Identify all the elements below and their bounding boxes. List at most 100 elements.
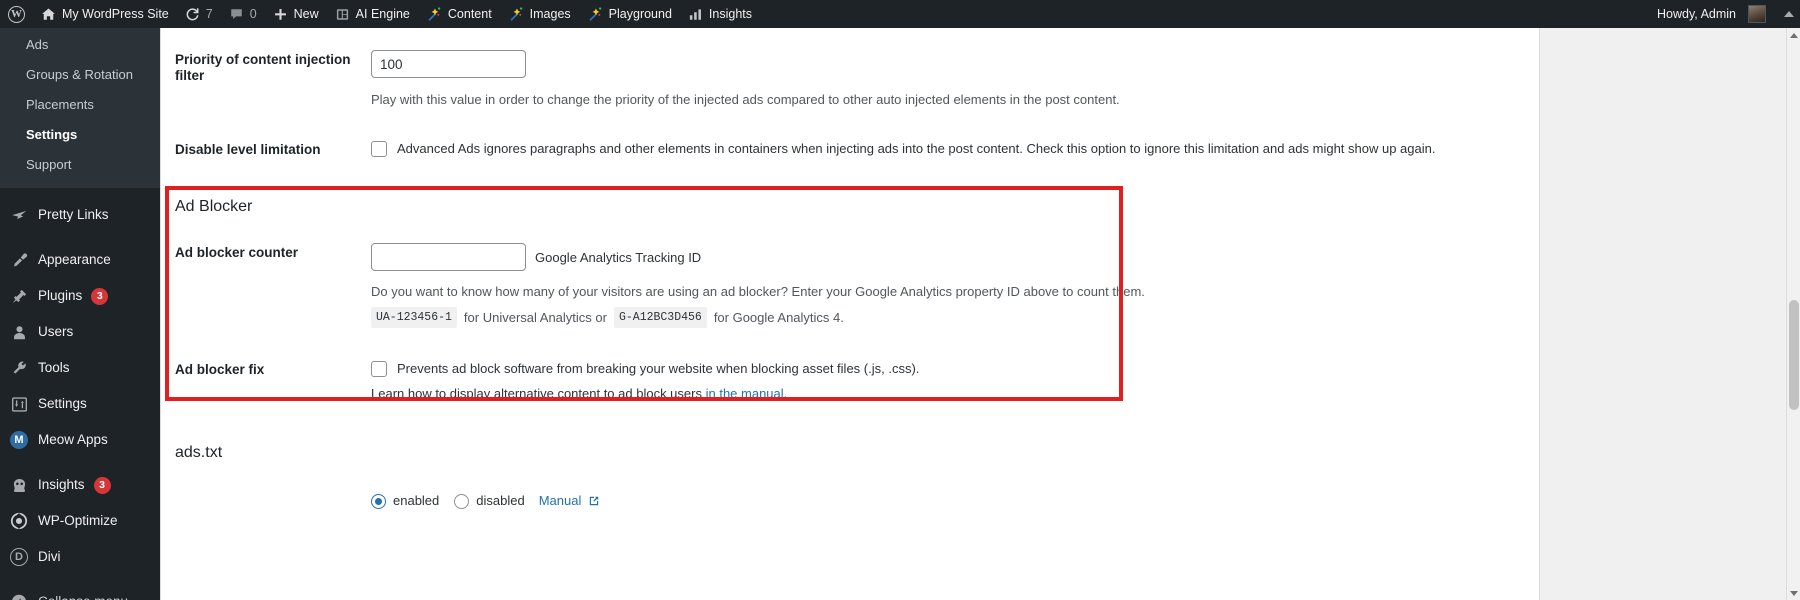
adminbar-wp-logo[interactable]: W xyxy=(0,0,33,28)
sidebar-item-plugins[interactable]: Plugins 3 xyxy=(0,278,160,314)
sidebar-item-settings-current[interactable]: Settings xyxy=(0,120,160,150)
bar-chart-icon xyxy=(688,7,703,22)
sidebar-item-appearance-label: Appearance xyxy=(38,252,111,267)
disable-level-limitation-checkbox[interactable] xyxy=(371,141,387,157)
sidebar-item-pretty-links[interactable]: Pretty Links xyxy=(0,197,160,233)
adminbar-new[interactable]: New xyxy=(265,0,327,28)
sidebar-item-settings-label: Settings xyxy=(26,127,78,142)
adminbar-item-images[interactable]: Images xyxy=(500,0,579,28)
home-icon xyxy=(41,7,56,22)
sidebar-item-meow-apps[interactable]: M Meow Apps xyxy=(0,422,160,458)
adminbar-comments[interactable]: 0 xyxy=(221,0,265,28)
sidebar-item-ads-label: Ads xyxy=(26,37,49,52)
monsterinsights-icon xyxy=(9,475,29,495)
row-disable-level-limitation-label: Disable level limitation xyxy=(175,142,321,157)
row-priority-injection: Priority of content injection filter Pla… xyxy=(161,28,1539,108)
row-priority-injection-label: Priority of content injection filter xyxy=(175,52,351,83)
ad-blocker-fix-manual-link[interactable]: in the manual xyxy=(706,386,784,401)
admin-bar: W My WordPress Site 7 0 New AI Engine Co… xyxy=(0,0,1800,28)
row-ad-blocker-counter: Ad blocker counter Google Analytics Trac… xyxy=(161,216,1539,328)
example-universal-analytics-text: for Universal Analytics or xyxy=(463,310,607,325)
plug-icon xyxy=(9,286,29,306)
ads-txt-section: ads.txt xyxy=(161,444,1539,462)
sidebar-item-wp-optimize[interactable]: WP-Optimize xyxy=(0,503,160,539)
sidebar-item-placements[interactable]: Placements xyxy=(0,90,160,120)
sidebar-item-ads[interactable]: Ads xyxy=(0,30,160,60)
magic-wand-icon xyxy=(508,6,524,22)
adminbar-item-playground-label: Playground xyxy=(608,7,672,21)
plus-icon xyxy=(273,7,288,22)
sidebar-item-support[interactable]: Support xyxy=(0,150,160,180)
row-ad-blocker-fix: Ad blocker fix Prevents ad block softwar… xyxy=(161,328,1539,402)
ad-blocker-counter-input[interactable] xyxy=(371,243,526,271)
adminbar-item-content[interactable]: Content xyxy=(418,0,500,28)
example-ga4-code: G-A12BC3D456 xyxy=(613,307,707,328)
adminbar-item-images-label: Images xyxy=(529,7,571,21)
priority-injection-input[interactable] xyxy=(371,50,526,78)
ad-blocker-counter-examples: UA-123456-1 for Universal Analytics or G… xyxy=(371,307,1525,328)
ad-blocker-fix-manual-suffix: . xyxy=(783,386,788,401)
admin-sidebar: Ads Groups & Rotation Placements Setting… xyxy=(0,28,160,600)
scroll-up-arrow-icon[interactable] xyxy=(1787,28,1800,42)
adminbar-item-ai-engine-label: AI Engine xyxy=(355,7,410,21)
menu-separator xyxy=(0,458,160,467)
adminbar-new-label: New xyxy=(293,7,319,21)
external-link-icon[interactable] xyxy=(588,495,600,507)
ads-txt-radio-enabled-label: enabled xyxy=(393,493,440,508)
row-priority-injection-field: Play with this value in order to change … xyxy=(371,50,1525,108)
wrench-icon xyxy=(9,358,29,378)
scroll-down-arrow-icon[interactable] xyxy=(1787,586,1800,600)
adminbar-site-name[interactable]: My WordPress Site xyxy=(33,0,177,28)
sidebar-item-divi-label: Divi xyxy=(38,549,61,564)
row-ad-blocker-counter-label: Ad blocker counter xyxy=(175,245,299,260)
scrollbar-thumb[interactable] xyxy=(1789,300,1799,410)
sidebar-collapse-menu-label: Collapse menu xyxy=(38,593,128,600)
adminbar-item-insights-label: Insights xyxy=(708,7,753,21)
adminbar-item-playground[interactable]: Playground xyxy=(579,0,680,28)
magic-wand-icon xyxy=(426,6,442,22)
ads-txt-section-title: ads.txt xyxy=(175,444,223,461)
adminbar-site-name-label: My WordPress Site xyxy=(62,7,169,21)
sidebar-item-divi[interactable]: D Divi xyxy=(0,539,160,575)
user-icon xyxy=(9,322,29,342)
ads-txt-radio-enabled[interactable] xyxy=(371,493,386,509)
row-ads-txt-options-field: enabled disabled Manual xyxy=(371,492,1525,509)
ad-blocker-section: Ad Blocker xyxy=(161,198,1539,216)
sidebar-item-groups-rotation[interactable]: Groups & Rotation xyxy=(0,60,160,90)
adminbar-updates[interactable]: 7 xyxy=(177,0,221,28)
sidebar-item-placements-label: Placements xyxy=(26,97,94,112)
ad-blocker-fix-manual-text: Learn how to display alternative content… xyxy=(371,386,702,401)
ad-blocker-counter-description: Do you want to know how many of your vis… xyxy=(371,284,1145,299)
sidebar-item-meow-apps-label: Meow Apps xyxy=(38,432,108,447)
sidebar-item-insights[interactable]: Insights 3 xyxy=(0,467,160,503)
divi-letter: D xyxy=(10,548,28,566)
ad-blocker-counter-field-suffix: Google Analytics Tracking ID xyxy=(535,249,702,265)
ad-blocker-fix-manual-line: Learn how to display alternative content… xyxy=(371,385,1525,402)
ads-txt-radio-disabled[interactable] xyxy=(454,493,470,509)
menu-separator xyxy=(0,575,160,584)
updates-icon xyxy=(185,7,200,22)
row-ad-blocker-counter-field: Google Analytics Tracking ID Do you want… xyxy=(371,243,1525,328)
page-scrollbar[interactable] xyxy=(1786,28,1800,600)
settings-panel: Priority of content injection filter Pla… xyxy=(160,28,1540,600)
ad-blocker-fix-checkbox[interactable] xyxy=(371,361,387,377)
sidebar-item-users[interactable]: Users xyxy=(0,314,160,350)
row-disable-level-limitation: Disable level limitation Advanced Ads ig… xyxy=(161,108,1539,158)
sidebar-item-tools-label: Tools xyxy=(38,360,70,375)
sidebar-item-tools[interactable]: Tools xyxy=(0,350,160,386)
sidebar-item-appearance[interactable]: Appearance xyxy=(0,242,160,278)
adminbar-item-ai-engine[interactable]: AI Engine xyxy=(327,0,418,28)
menu-separator xyxy=(0,233,160,242)
row-ad-blocker-fix-field: Prevents ad block software from breaking… xyxy=(371,360,1525,402)
adminbar-collapse-arrow-icon[interactable] xyxy=(1784,11,1794,17)
main-content: Priority of content injection filter Pla… xyxy=(160,28,1786,600)
sidebar-item-settings[interactable]: Settings xyxy=(0,386,160,422)
adminbar-my-account[interactable]: Howdy, Admin xyxy=(1649,0,1774,28)
ai-engine-icon xyxy=(335,7,350,22)
ads-txt-manual-link[interactable]: Manual xyxy=(539,493,582,508)
sidebar-collapse-menu[interactable]: Collapse menu xyxy=(0,584,160,600)
comment-icon xyxy=(229,7,244,22)
disable-level-limitation-checkbox-label: Advanced Ads ignores paragraphs and othe… xyxy=(397,141,1436,156)
sidebar-item-plugins-label: Plugins xyxy=(38,288,83,303)
adminbar-item-insights[interactable]: Insights xyxy=(680,0,760,28)
